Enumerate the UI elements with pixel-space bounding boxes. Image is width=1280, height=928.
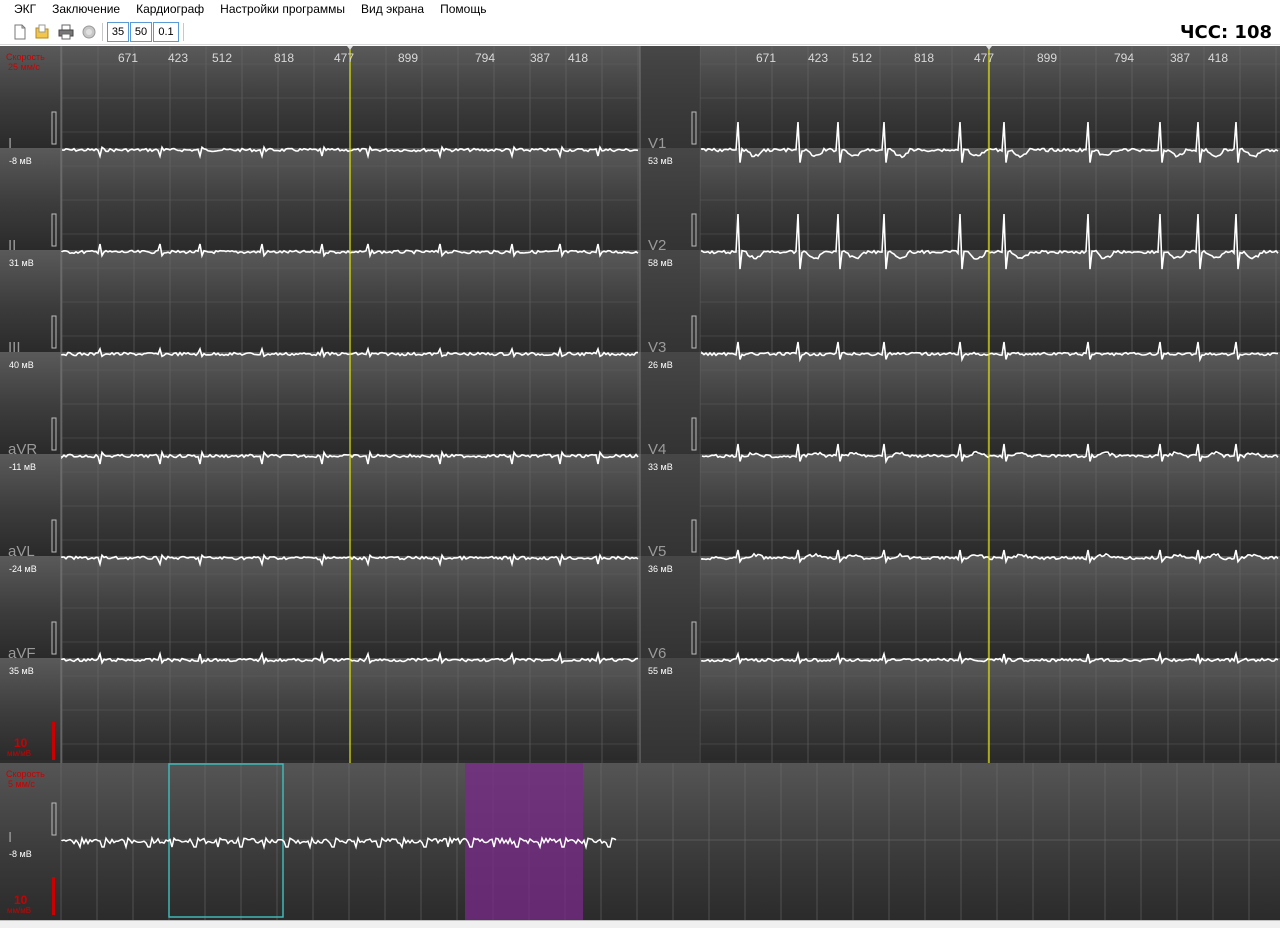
- strip-gain-calibration-bar: [52, 877, 55, 915]
- lead-amplitude-III: 40 мВ: [9, 360, 34, 370]
- rr-interval-label: 512: [852, 51, 872, 65]
- strip-gain-unit: мм/мВ: [7, 906, 31, 915]
- status-bar: [0, 920, 1280, 928]
- lead-label-V1: V1: [648, 135, 666, 152]
- lead-amplitude-V5: 36 мВ: [648, 564, 673, 574]
- menu-item-5[interactable]: Помощь: [432, 0, 494, 20]
- rr-interval-label: 387: [1170, 51, 1190, 65]
- param-box-2[interactable]: 50: [130, 22, 152, 42]
- new-document-icon[interactable]: [12, 24, 28, 40]
- lead-label-V5: V5: [648, 543, 666, 560]
- lead-label-V2: V2: [648, 237, 666, 254]
- toolbar-separator: [102, 23, 103, 41]
- lead-label-aVF: aVF: [8, 645, 36, 662]
- rr-interval-label: 899: [398, 51, 418, 65]
- rr-interval-label: 671: [756, 51, 776, 65]
- lead-label-V4: V4: [648, 441, 666, 458]
- lead-amplitude-I: -8 мВ: [9, 156, 32, 166]
- menu-bar: ЭКГ Заключение Кардиограф Настройки програм…: [0, 0, 1280, 20]
- rr-interval-label: 899: [1037, 51, 1057, 65]
- rr-interval-label: 477: [974, 51, 994, 65]
- rr-interval-label: 818: [274, 51, 294, 65]
- heart-rate-display: ЧСС: 108: [1179, 22, 1272, 43]
- lead-amplitude-V4: 33 мВ: [648, 462, 673, 472]
- open-folder-icon[interactable]: [34, 24, 50, 40]
- lead-amplitude-V2: 58 мВ: [648, 258, 673, 268]
- strip-lead-amplitude: -8 мВ: [9, 849, 32, 859]
- rr-interval-label: 794: [1114, 51, 1134, 65]
- record-icon[interactable]: [81, 24, 97, 40]
- lead-label-V6: V6: [648, 645, 666, 662]
- rr-interval-label: 418: [568, 51, 588, 65]
- ecg-overview-strip[interactable]: Скорость5 мм/с I -8 мВ 10мм/мВ: [0, 763, 1280, 920]
- menu-item-0[interactable]: ЭКГ: [6, 0, 44, 20]
- strip-speed-value: 5 мм/с: [8, 779, 35, 789]
- ecg-main-panel[interactable]: I -8 мВ II 31 мВ III 40 мВ aVR -11 мВ aVL -24 мВ a…: [0, 46, 1280, 763]
- rr-interval-label: 818: [914, 51, 934, 65]
- gain-unit: мм/мВ: [7, 749, 31, 758]
- lead-amplitude-aVL: -24 мВ: [9, 564, 37, 574]
- rr-interval-label: 671: [118, 51, 138, 65]
- rr-interval-label: 477: [334, 51, 354, 65]
- lead-label-aVR: aVR: [8, 441, 37, 458]
- param-box-3[interactable]: 0.1: [153, 22, 179, 42]
- lead-amplitude-aVR: -11 мВ: [9, 462, 36, 472]
- strip-lead-label: I: [8, 829, 12, 846]
- print-icon[interactable]: [58, 24, 74, 40]
- rr-interval-label: 418: [1208, 51, 1228, 65]
- toolbar: 35 50 0.1: [0, 20, 1280, 45]
- lead-amplitude-V1: 53 мВ: [648, 156, 673, 166]
- rr-interval-label: 794: [475, 51, 495, 65]
- strip-speed-label: Скорость: [6, 769, 45, 779]
- gain-calibration-bar: [52, 722, 55, 760]
- lead-amplitude-V6: 55 мВ: [648, 666, 673, 676]
- lead-amplitude-aVF: 35 мВ: [9, 666, 34, 676]
- param-box-1[interactable]: 35: [107, 22, 129, 42]
- rr-interval-label: 423: [808, 51, 828, 65]
- lead-label-I: I: [8, 135, 12, 152]
- lead-amplitude-V3: 26 мВ: [648, 360, 673, 370]
- speed-label: Скорость: [6, 52, 45, 62]
- rr-interval-label: 387: [530, 51, 550, 65]
- menu-item-2[interactable]: Кардиограф: [128, 0, 212, 20]
- menu-item-3[interactable]: Настройки программы: [212, 0, 353, 20]
- rr-interval-label: 423: [168, 51, 188, 65]
- lead-amplitude-II: 31 мВ: [9, 258, 34, 268]
- gain-value: 10: [14, 736, 28, 750]
- lead-label-II: II: [8, 237, 16, 254]
- speed-value: 25 мм/с: [8, 62, 40, 72]
- lead-label-aVL: aVL: [8, 543, 35, 560]
- toolbar-separator: [183, 23, 184, 41]
- menu-item-1[interactable]: Заключение: [44, 0, 128, 20]
- strip-gain-value: 10: [14, 893, 28, 907]
- lead-label-III: III: [8, 339, 21, 356]
- lead-label-V3: V3: [648, 339, 666, 356]
- rr-interval-label: 512: [212, 51, 232, 65]
- menu-item-4[interactable]: Вид экрана: [353, 0, 432, 20]
